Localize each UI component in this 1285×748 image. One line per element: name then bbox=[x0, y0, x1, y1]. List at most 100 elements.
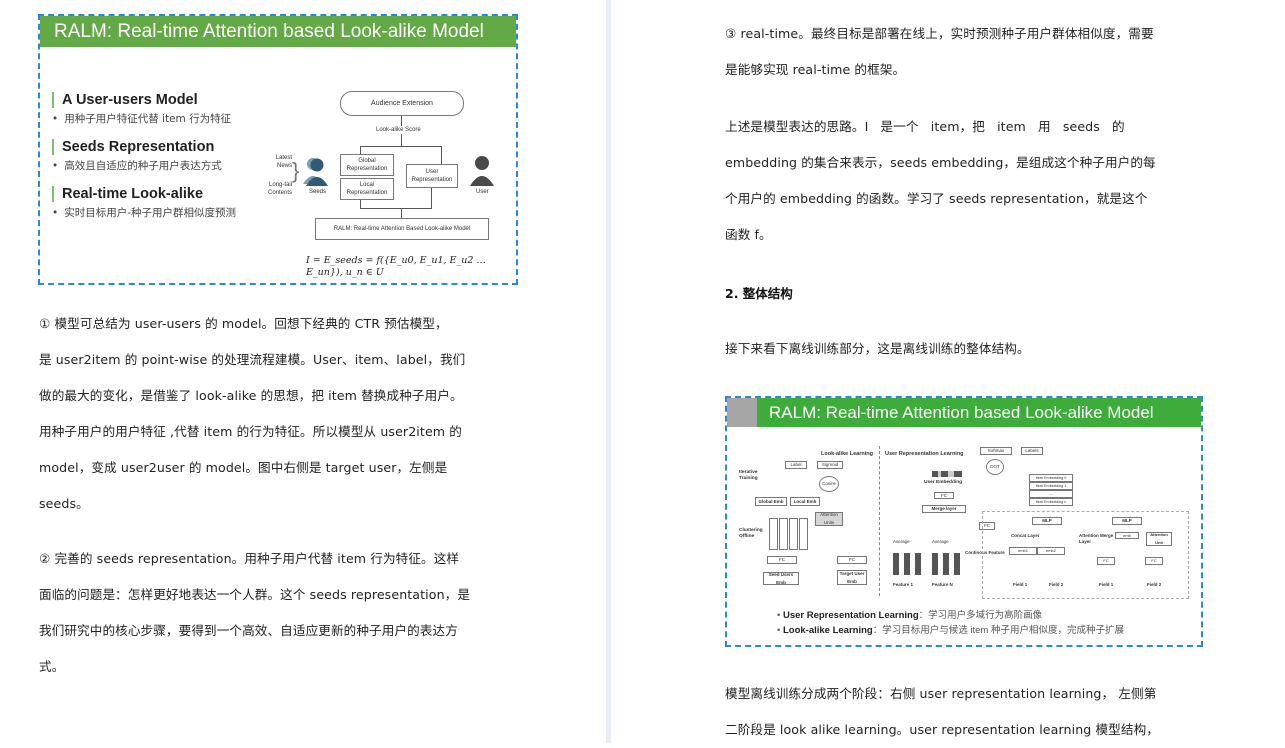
paragraph-user-users-model: ① 模型可总结为 user-users 的 model。回想下经典的 CTR 预… bbox=[39, 306, 491, 522]
item-embedding-row: Item Embedding 1 bbox=[1029, 482, 1073, 490]
feature-embeddings-n bbox=[932, 553, 960, 575]
text-line: ③ real-time。最终目标是部署在线上，实时预测种子用户群体相似度，需要 bbox=[725, 26, 1154, 41]
divider-line bbox=[879, 446, 880, 596]
dot-node: DOT bbox=[986, 459, 1004, 475]
connector-line bbox=[360, 146, 442, 147]
local-emb-box: Local Emb bbox=[790, 497, 820, 506]
section-title-realtime-lookalike: Real-time Look-alike bbox=[52, 186, 203, 202]
emb2-box: emb2 bbox=[1037, 547, 1065, 555]
field2-label: Field 2 bbox=[1147, 582, 1162, 587]
fc-box-user: FC bbox=[934, 492, 954, 499]
sigmoid-box: Sigmoid bbox=[817, 461, 843, 469]
section-heading-overall-structure: 2. 整体结构 bbox=[725, 286, 793, 301]
item-embedding-row: Item Embedding n bbox=[1029, 498, 1073, 506]
text-line: 用种子用户的用户特征 ,代替 item 的行为特征。所以模型从 user2ite… bbox=[39, 424, 462, 439]
cluster-column bbox=[779, 518, 788, 550]
section-title-user-users: A User-users Model bbox=[52, 92, 198, 108]
emb1-box: emb1 bbox=[1009, 547, 1037, 555]
item-embedding-row: .... bbox=[1029, 490, 1073, 498]
section-subtitle-realtime-lookalike: 实时目标用户-种子用户群相似度预测 bbox=[52, 205, 236, 220]
average-label-2: Average bbox=[932, 539, 949, 544]
bullet-bold: User Representation Learning bbox=[782, 610, 919, 621]
text-line: 接下来看下离线训练部分，这是离线训练的整体结构。 bbox=[725, 341, 1030, 356]
field2-label: Field 2 bbox=[1049, 582, 1064, 587]
attention-units-box: Attention Units bbox=[815, 512, 843, 526]
user-representation-box: User Representation bbox=[406, 164, 458, 188]
user-label: User bbox=[476, 189, 489, 195]
connector-line bbox=[360, 146, 361, 154]
slide-bullet-lookalike: • Look-alike Learning：学习目标用户与候选 item 种子用… bbox=[777, 625, 1124, 636]
text-line: 是能够实现 real-time 的框架。 bbox=[725, 62, 906, 77]
slide-title: RALM: Real-time Attention based Look-ali… bbox=[40, 16, 516, 47]
paragraph-seeds-representation: ② 完善的 seeds representation。用种子用户代替 item … bbox=[39, 541, 491, 685]
feature-n-label: Feature N bbox=[932, 582, 953, 587]
bullet-text: ：学习用户多域行为高阶画像 bbox=[918, 610, 1043, 621]
item-embedding-row: Item Embedding 0 bbox=[1029, 474, 1073, 482]
text-line: model，变成 user2user 的 model。图中右侧是 target … bbox=[39, 460, 448, 475]
audience-extension-box: Audience Extension bbox=[340, 91, 464, 116]
slide-title-text: RALM: Real-time Attention based Look-ali… bbox=[769, 403, 1154, 422]
text-line: ① 模型可总结为 user-users 的 model。回想下经典的 CTR 预… bbox=[39, 316, 448, 331]
text-line: 式。 bbox=[39, 659, 65, 674]
text-line: 面临的问题是：怎样更好地表达一个人群。这个 seeds representati… bbox=[39, 587, 471, 602]
field1-label: Field 1 bbox=[1013, 582, 1028, 587]
connector-line bbox=[401, 116, 402, 126]
cluster-column bbox=[769, 518, 778, 550]
user-embedding-vector bbox=[932, 471, 962, 477]
ralm-model-box: RALM: Real-time Attention Based Look-ali… bbox=[315, 218, 489, 240]
global-representation-box: Global Representation bbox=[340, 154, 394, 176]
mlp-box-attention: MLP bbox=[1112, 517, 1142, 525]
cluster-column bbox=[799, 518, 808, 550]
document-page-left: RALM: Real-time Attention based Look-ali… bbox=[0, 0, 606, 743]
seeds-group-icon bbox=[303, 158, 328, 186]
cosine-node: Cosine bbox=[819, 476, 839, 492]
user-rep-learning-label: User Representation Learning bbox=[885, 451, 964, 457]
seeds-label: Seeds bbox=[309, 189, 327, 195]
emb-box: emb bbox=[1115, 532, 1139, 539]
target-user-emb-box: Target User Emb bbox=[837, 570, 867, 585]
text-line: 函数 f。 bbox=[725, 227, 772, 242]
bullet-bold: Look-alike Learning bbox=[782, 625, 873, 636]
connector-line bbox=[431, 188, 432, 208]
label-box: Label bbox=[785, 461, 807, 469]
slide-image-ralm-overview: RALM: Real-time Attention based Look-ali… bbox=[38, 14, 518, 285]
attention-merge-layer-label: Attention Merge Layer bbox=[1079, 533, 1114, 544]
clustering-offline-label: Clustering Offline bbox=[739, 528, 763, 539]
slide-image-ralm-architecture: RALM: Real-time Attention based Look-ali… bbox=[725, 396, 1203, 647]
attention-unit-box: Attention Unit bbox=[1146, 532, 1172, 546]
slide-header-accent bbox=[727, 398, 757, 427]
concat-layer-label: Concat Layer bbox=[1011, 533, 1040, 538]
fc-box-seeds: FC bbox=[767, 556, 797, 564]
global-emb-box: Global Emb bbox=[755, 497, 787, 506]
section-subtitle-user-users: 用种子用户特征代替 item 行为特征 bbox=[52, 111, 231, 126]
user-icon bbox=[470, 156, 494, 186]
connector-line bbox=[441, 146, 442, 164]
fc-box-target: FC bbox=[837, 556, 867, 564]
mlp-box-concat: MLP bbox=[1032, 517, 1062, 525]
fc-box-field1: FC bbox=[1097, 557, 1115, 565]
connector-line bbox=[401, 208, 402, 218]
paragraph-model-idea: 上述是模型表达的思路。I 是一个 item，把 item 用 seeds 的 e… bbox=[725, 109, 1177, 253]
section-title-seeds-representation: Seeds Representation bbox=[52, 139, 214, 155]
document-page-right: ③ real-time。最终目标是部署在线上，实时预测种子用户群体相似度，需要 … bbox=[611, 0, 1285, 743]
local-representation-box: Local Representation bbox=[340, 178, 394, 200]
softmax-box: Softmax bbox=[980, 447, 1012, 455]
fc-box-field2: FC bbox=[1145, 557, 1163, 565]
brace-icon: } bbox=[292, 158, 300, 183]
text-line: 做的最大的变化，是借鉴了 look-alike 的思想，把 item 替换成种子… bbox=[39, 388, 463, 403]
labels-box: Labels bbox=[1021, 447, 1043, 455]
text-line: seeds。 bbox=[39, 496, 89, 511]
text-line: 模型离线训练分成两个阶段：右侧 user representation lear… bbox=[725, 686, 1157, 701]
user-embedding-label: User Embedding bbox=[924, 480, 963, 485]
paragraph-realtime: ③ real-time。最终目标是部署在线上，实时预测种子用户群体相似度，需要 … bbox=[725, 16, 1177, 88]
paragraph-two-stages: 模型离线训练分成两个阶段：右侧 user representation lear… bbox=[725, 676, 1177, 748]
feature-1-label: Feature 1 bbox=[893, 582, 914, 587]
average-label-1: Average bbox=[893, 539, 910, 544]
field1-label: Field 1 bbox=[1099, 582, 1114, 587]
text-line: ② 完善的 seeds representation。用种子用户代替 item … bbox=[39, 551, 460, 566]
seeds-head bbox=[310, 158, 324, 172]
slide-bullet-user-rep: • User Representation Learning：学习用户多域行为高… bbox=[777, 610, 1043, 621]
connector-line bbox=[360, 208, 432, 209]
connector-line bbox=[401, 134, 402, 146]
bullet-text: ：学习目标用户与候选 item 种子用户相似度，完成种子扩展 bbox=[872, 625, 1124, 636]
